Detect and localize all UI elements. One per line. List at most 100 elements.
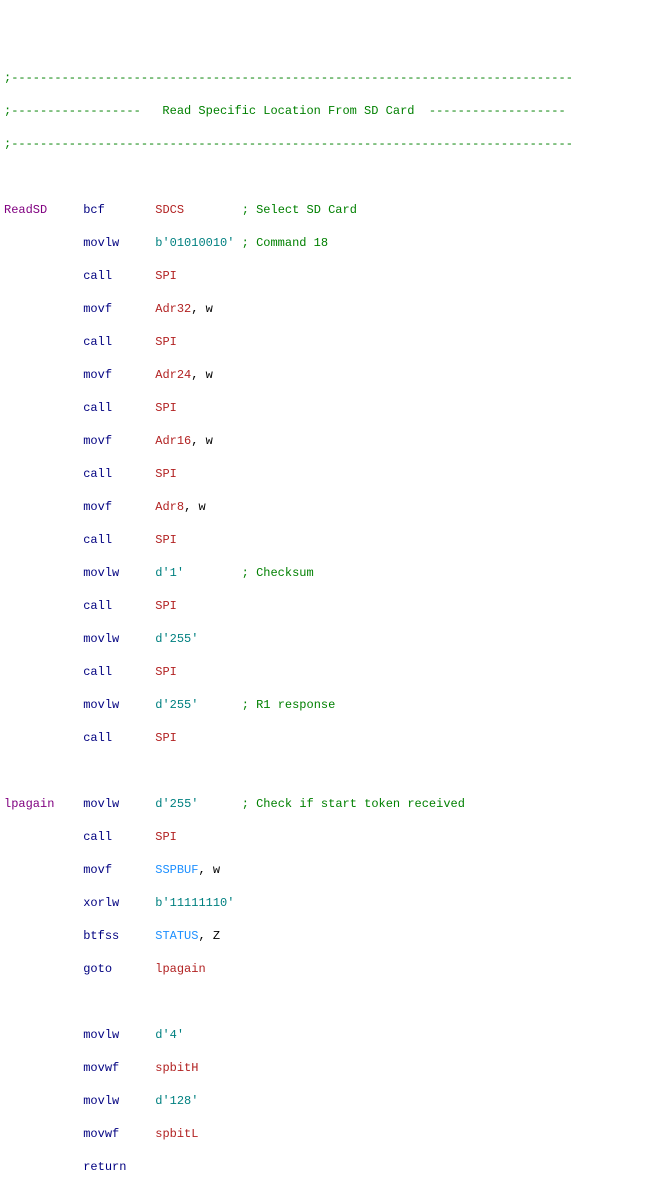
code-line: movlw b'01010010' ; Command 18 — [4, 235, 644, 252]
mnemonic: call — [83, 665, 112, 679]
mnemonic: call — [83, 731, 112, 745]
mnemonic: movf — [83, 368, 112, 382]
mnemonic: movf — [83, 500, 112, 514]
code-line: movf Adr16, w — [4, 433, 644, 450]
mnemonic: movwf — [83, 1061, 119, 1075]
identifier: SPI — [155, 467, 177, 481]
literal: d'255' — [155, 698, 198, 712]
mnemonic: call — [83, 533, 112, 547]
code-line: call SPI — [4, 334, 644, 351]
code-line: movlw d'4' — [4, 1027, 644, 1044]
reg-w: w — [213, 863, 220, 877]
reg-w: w — [198, 500, 205, 514]
comment-divider-top: ;---------------------------------------… — [4, 70, 644, 87]
code-line: movf Adr32, w — [4, 301, 644, 318]
label-readsd: ReadSD — [4, 203, 47, 217]
identifier: Adr16 — [155, 434, 191, 448]
mnemonic: movlw — [83, 632, 119, 646]
code-line: call SPI — [4, 829, 644, 846]
mnemonic: goto — [83, 962, 112, 976]
sfr-sspbuf: SSPBUF — [155, 863, 198, 877]
reg-w: w — [206, 434, 213, 448]
comment: ; Command 18 — [242, 236, 328, 250]
mnemonic: movlw — [83, 566, 119, 580]
punct: , — [184, 500, 198, 514]
mnemonic: call — [83, 830, 112, 844]
identifier: Adr8 — [155, 500, 184, 514]
mnemonic: call — [83, 467, 112, 481]
code-line: xorlw b'11111110' — [4, 895, 644, 912]
identifier: Adr24 — [155, 368, 191, 382]
literal: b'01010010' — [155, 236, 234, 250]
identifier: SPI — [155, 401, 177, 415]
mnemonic: btfss — [83, 929, 119, 943]
blank-line — [4, 994, 644, 1011]
mnemonic: movlw — [83, 236, 119, 250]
identifier: spbitH — [155, 1061, 198, 1075]
code-line: movlw d'255' ; R1 response — [4, 697, 644, 714]
label-lpagain: lpagain — [4, 797, 54, 811]
literal: d'1' — [155, 566, 184, 580]
punct: , — [191, 302, 205, 316]
literal: d'128' — [155, 1094, 198, 1108]
code-line: call SPI — [4, 664, 644, 681]
literal: d'255' — [155, 632, 198, 646]
mnemonic: movf — [83, 434, 112, 448]
code-line: movwf spbitH — [4, 1060, 644, 1077]
identifier: SPI — [155, 599, 177, 613]
mnemonic: movlw — [83, 1028, 119, 1042]
mnemonic: call — [83, 401, 112, 415]
mnemonic: movf — [83, 302, 112, 316]
identifier: SPI — [155, 665, 177, 679]
comment: ; Select SD Card — [242, 203, 357, 217]
identifier: lpagain — [155, 962, 205, 976]
comment: ; R1 response — [242, 698, 336, 712]
code-line: movf Adr24, w — [4, 367, 644, 384]
code-line: call SPI — [4, 730, 644, 747]
punct: , — [198, 863, 212, 877]
code-line: call SPI — [4, 532, 644, 549]
literal: d'4' — [155, 1028, 184, 1042]
mnemonic: bcf — [83, 203, 105, 217]
reg-w: w — [206, 368, 213, 382]
code-line: ReadSD bcf SDCS ; Select SD Card — [4, 202, 644, 219]
bit-z: Z — [213, 929, 220, 943]
mnemonic: movlw — [83, 797, 119, 811]
mnemonic: movlw — [83, 698, 119, 712]
identifier: SPI — [155, 830, 177, 844]
code-line: btfss STATUS, Z — [4, 928, 644, 945]
literal: b'11111110' — [155, 896, 234, 910]
code-line: goto lpagain — [4, 961, 644, 978]
punct: , — [198, 929, 212, 943]
code-line: movlw d'255' — [4, 631, 644, 648]
code-line: movlw d'128' — [4, 1093, 644, 1110]
identifier: SPI — [155, 269, 177, 283]
identifier: SPI — [155, 533, 177, 547]
comment: ; Checksum — [242, 566, 314, 580]
comment-title: ;------------------ Read Specific Locati… — [4, 103, 644, 120]
code-line: call SPI — [4, 598, 644, 615]
code-line: movf Adr8, w — [4, 499, 644, 516]
code-line: lpagain movlw d'255' ; Check if start to… — [4, 796, 644, 813]
mnemonic: movlw — [83, 1094, 119, 1108]
mnemonic: xorlw — [83, 896, 119, 910]
comment: ; Check if start token received — [242, 797, 465, 811]
punct: , — [191, 368, 205, 382]
literal: d'255' — [155, 797, 198, 811]
punct: , — [191, 434, 205, 448]
mnemonic: call — [83, 269, 112, 283]
sfr-status: STATUS — [155, 929, 198, 943]
code-line: return — [4, 1159, 644, 1176]
mnemonic: call — [83, 335, 112, 349]
identifier: SPI — [155, 731, 177, 745]
reg-w: w — [206, 302, 213, 316]
mnemonic: call — [83, 599, 112, 613]
code-line: movf SSPBUF, w — [4, 862, 644, 879]
mnemonic: movf — [83, 863, 112, 877]
code-line: call SPI — [4, 400, 644, 417]
code-line: movwf spbitL — [4, 1126, 644, 1143]
identifier: SPI — [155, 335, 177, 349]
comment-divider-bottom: ;---------------------------------------… — [4, 136, 644, 153]
mnemonic: return — [83, 1160, 126, 1174]
code-line: call SPI — [4, 466, 644, 483]
